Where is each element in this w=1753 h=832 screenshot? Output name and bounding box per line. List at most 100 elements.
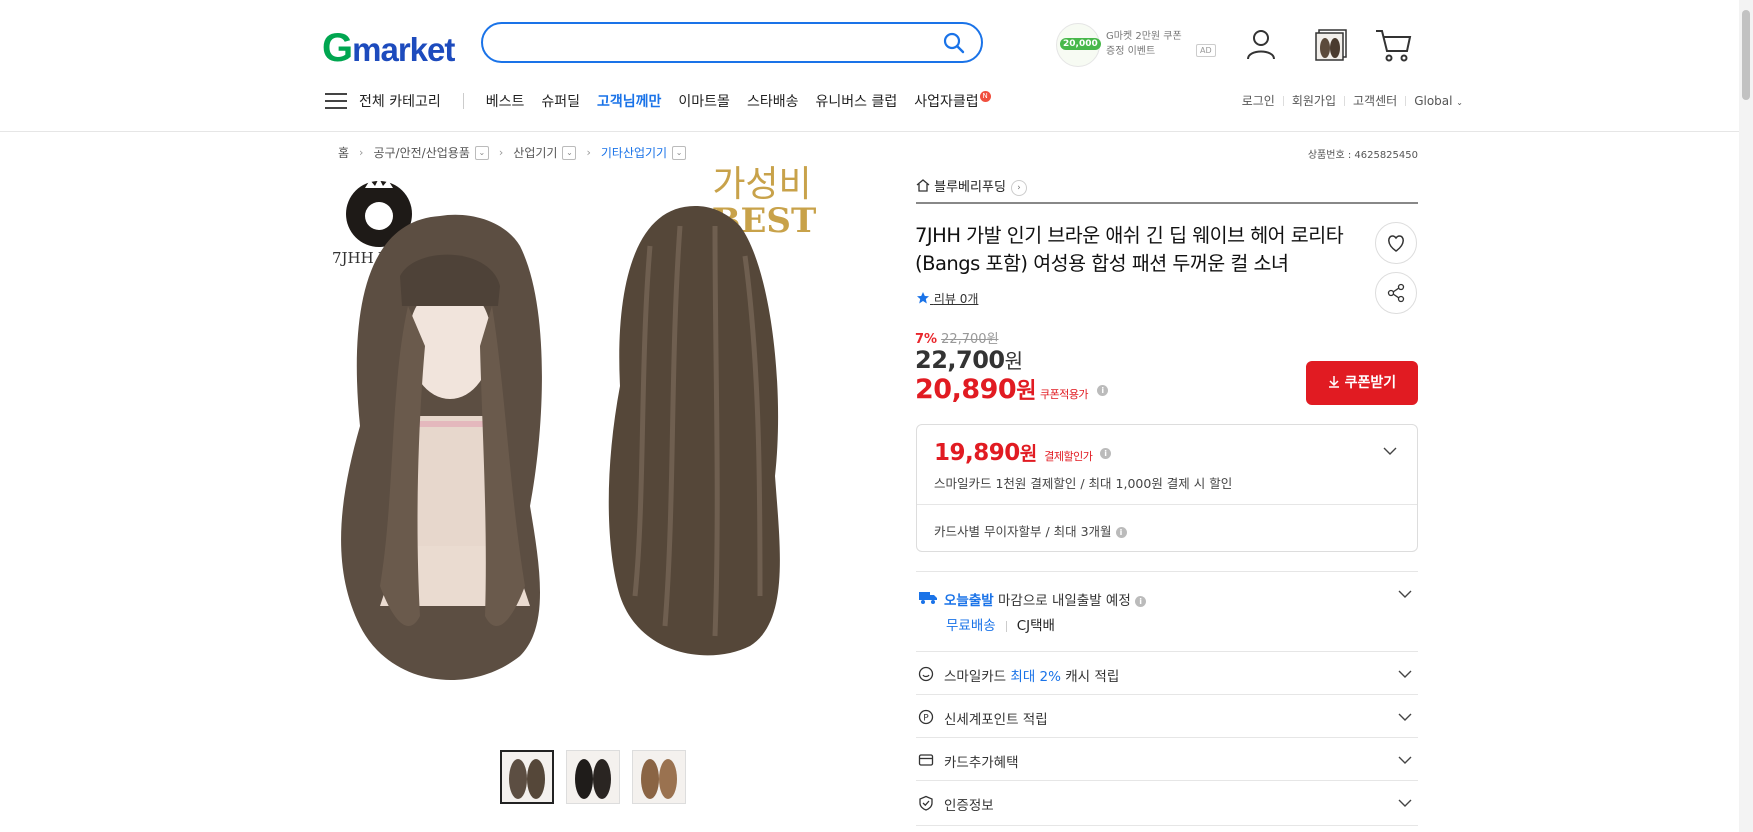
home-icon	[916, 179, 930, 192]
cart-icon[interactable]	[1374, 27, 1412, 63]
hamburger-menu-icon[interactable]	[325, 92, 347, 110]
search-bar[interactable]	[481, 22, 983, 63]
breadcrumb-item[interactable]: 산업기기	[513, 144, 557, 161]
chevron-down-icon[interactable]	[1398, 713, 1412, 721]
info-icon[interactable]: i	[1135, 595, 1147, 607]
smilecard-discount-text: 스마일카드 1천원 결제할인 / 최대 1,000원 결제 시 할인	[934, 476, 1233, 491]
star-icon	[917, 292, 929, 304]
product-main-image[interactable]: 7JHH WIGS 가성비 BEST	[320, 164, 868, 726]
breadcrumb: 홈 › 공구/안전/산업용품 ⌄ › 산업기기 ⌄ › 기타산업기기 ⌄	[338, 144, 687, 161]
product-title: 7JHH 가발 인기 브라운 애쉬 긴 딥 웨이브 헤어 로리타 (Bangs …	[915, 224, 1344, 275]
thumbnail[interactable]	[632, 750, 686, 804]
nav-item-universe-club[interactable]: 유니버스 클럽	[815, 91, 897, 111]
promo-line2: 증정 이벤트	[1106, 46, 1156, 57]
coupon-price-label: 쿠폰적용가	[1039, 388, 1089, 401]
share-button[interactable]	[1375, 272, 1417, 314]
scrollbar-thumb[interactable]	[1742, 10, 1750, 100]
smile-icon	[918, 666, 934, 682]
chevron-right-icon: ›	[1010, 179, 1027, 196]
search-input[interactable]	[503, 24, 937, 62]
breadcrumb-home[interactable]: 홈	[338, 144, 349, 161]
all-categories[interactable]: 전체 카테고리	[359, 91, 441, 111]
chevron-down-icon[interactable]	[1398, 590, 1412, 598]
coupon-price: 20,890원 쿠폰적용가 i	[915, 373, 1108, 405]
promo-text-line1: 가성비	[712, 166, 811, 205]
chevron-right-icon: ›	[359, 146, 364, 159]
nav-item-best[interactable]: 베스트	[486, 91, 525, 111]
wishlist-button[interactable]	[1375, 222, 1417, 264]
shipping-row[interactable]: 오늘출발 마감으로 내일출발 예정 i	[916, 571, 1418, 652]
card-icon	[918, 754, 934, 766]
smilecard-cash-row[interactable]: 스마일카드 최대 2% 캐시 적립	[916, 651, 1418, 695]
shinsegae-point-row[interactable]: P 신세계포인트 적립	[916, 694, 1418, 738]
thumbnail-list	[500, 750, 686, 804]
free-shipping: 무료배송	[946, 618, 996, 634]
header-divider	[0, 131, 1740, 132]
thumbnail[interactable]	[500, 750, 554, 804]
ad-label: AD	[1196, 44, 1216, 57]
nav-item-for-you[interactable]: 고객님께만	[597, 91, 661, 111]
dropdown-icon[interactable]: ⌄	[672, 145, 687, 160]
chevron-down-icon[interactable]	[1398, 756, 1412, 764]
svg-text:P: P	[923, 714, 929, 724]
thumbnail[interactable]	[566, 750, 620, 804]
payment-discount-label: 결제할인가	[1044, 450, 1093, 463]
chevron-right-icon: ›	[498, 146, 504, 159]
point-icon: P	[918, 709, 934, 725]
get-coupon-button[interactable]: 쿠폰받기	[1306, 361, 1418, 405]
chevron-right-icon: ›	[586, 146, 591, 159]
shipping-details: 무료배송 CJ택배	[946, 614, 1055, 634]
product-number: 상품번호 : 4625825450	[1307, 150, 1418, 161]
chevron-down-icon[interactable]	[1398, 670, 1412, 678]
carrier-name: CJ택배	[1016, 618, 1055, 634]
user-icon[interactable]	[1244, 27, 1278, 61]
chevron-down-icon[interactable]	[1383, 447, 1397, 455]
today-shipping-label: 오늘출발	[944, 593, 994, 609]
signup-link[interactable]: 회원가입	[1292, 92, 1336, 109]
promo-line1: G마켓 2만원 쿠폰	[1106, 31, 1182, 42]
certification-row[interactable]: 인증정보	[916, 780, 1418, 826]
new-badge: N	[979, 91, 991, 102]
nav-item-star-delivery[interactable]: 스타배송	[747, 91, 799, 111]
sale-price: 22,700원	[915, 346, 1023, 374]
breadcrumb-item[interactable]: 공구/안전/산업용품	[373, 144, 469, 161]
info-icon[interactable]: i	[1096, 385, 1108, 396]
dropdown-icon[interactable]: ⌄	[474, 145, 489, 160]
recent-item-icon[interactable]	[1314, 27, 1348, 61]
review-link[interactable]: 리뷰 0개	[916, 290, 978, 307]
chevron-down-icon[interactable]	[1398, 799, 1412, 807]
breadcrumb-current[interactable]: 기타산업기기	[601, 144, 667, 161]
customer-center-link[interactable]: 고객센터	[1353, 92, 1397, 109]
card-extra-benefit-row[interactable]: 카드추가혜택	[916, 737, 1418, 781]
nav-divider	[462, 93, 464, 109]
utility-links: 로그인 회원가입 고객센터 Global ⌄	[1242, 92, 1463, 109]
nav-item-business-club[interactable]: 사업자클럽 N	[914, 91, 991, 111]
coupon-promo-banner[interactable]: 20,000 G마켓 2만원 쿠폰증정 이벤트 AD	[1056, 23, 1244, 67]
store-link[interactable]: 블루베리푸딩 ›	[916, 176, 1418, 204]
payment-discount-price: 19,890원 결제할인가 i	[934, 439, 1111, 466]
search-icon[interactable]	[943, 32, 965, 54]
nav-item-emart[interactable]: 이마트몰	[678, 91, 730, 111]
installment-text: 카드사별 무이자할부 / 최대 3개월 i	[934, 521, 1127, 540]
store-name: 블루베리푸딩	[934, 180, 1006, 195]
chevron-down-icon: ⌄	[1456, 97, 1463, 107]
cash-rate: 최대 2%	[1010, 669, 1061, 685]
main-nav: 전체 카테고리 베스트 슈퍼딜 고객님께만 이마트몰 스타배송 유니버스 클럽 …	[325, 89, 1008, 113]
global-link[interactable]: Global ⌄	[1414, 94, 1463, 108]
login-link[interactable]: 로그인	[1242, 92, 1275, 109]
wig-product-photo: 7JHH WIGS 가성비 BEST	[332, 164, 816, 680]
gmarket-logo[interactable]: Gmarket	[322, 26, 455, 71]
share-icon	[1387, 283, 1405, 303]
download-icon	[1328, 376, 1339, 388]
shield-check-icon	[919, 795, 933, 811]
scrollbar[interactable]	[1739, 0, 1753, 832]
nav-item-superdeal[interactable]: 슈퍼딜	[541, 91, 580, 111]
dropdown-icon[interactable]: ⌄	[562, 145, 577, 160]
shipping-deadline: 마감으로 내일출발 예정	[997, 593, 1131, 609]
heart-icon	[1388, 235, 1404, 252]
info-icon[interactable]: i	[1115, 527, 1127, 538]
payment-discount-box[interactable]: 19,890원 결제할인가 i 스마일카드 1천원 결제할인 / 최대 1,00…	[916, 424, 1418, 552]
coupon-badge: 20,000	[1056, 23, 1101, 67]
info-icon[interactable]: i	[1099, 448, 1111, 459]
delivery-truck-icon	[919, 592, 937, 604]
